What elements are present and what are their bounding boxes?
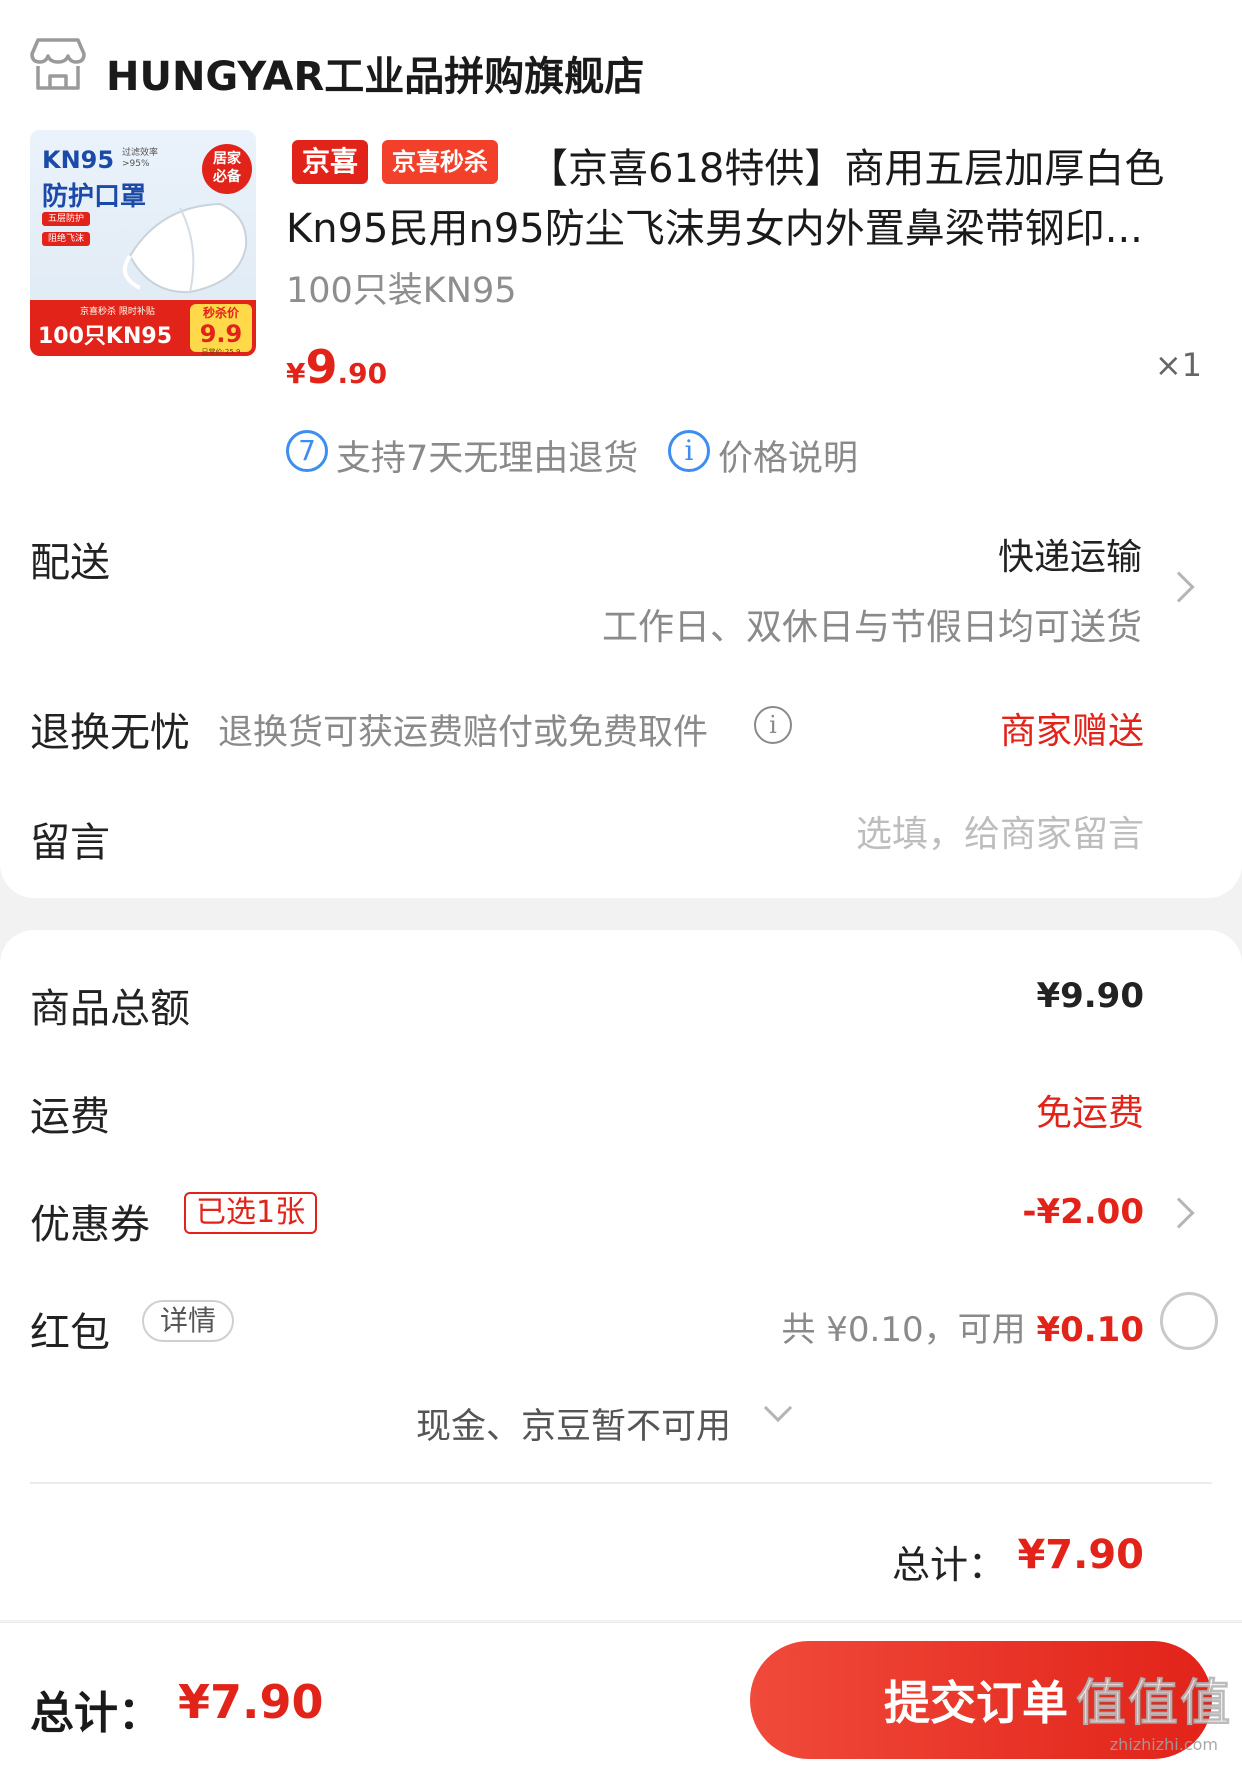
- red-packet-available: ¥0.10: [1036, 1310, 1144, 1350]
- checkout-bar: 总计： ¥7.90 提交订单 值值值 zhizhizhi.com: [0, 1622, 1242, 1770]
- flash-sale-tag: 京喜秒杀: [382, 140, 498, 184]
- total-value: ¥7.90: [178, 1675, 324, 1729]
- coupon-discount-value[interactable]: -¥2.00: [1022, 1192, 1144, 1232]
- red-packet-detail-button[interactable]: 详情: [142, 1300, 235, 1342]
- message-input[interactable]: [744, 808, 1144, 860]
- return-label: 退换无忧: [30, 710, 190, 756]
- delivery-method[interactable]: 快递运输: [998, 528, 1142, 580]
- goods-total-label: 商品总额: [30, 986, 190, 1032]
- product-image-price: 秒杀价 9.9 日常价:25.9: [190, 304, 252, 356]
- watermark-logo: 值值值: [1076, 1674, 1232, 1733]
- delivery-note[interactable]: 工作日、双休日与节假日均可送货: [602, 598, 1142, 650]
- product-price: ¥9.90: [286, 340, 388, 394]
- shipping-value: 免运费: [1035, 1093, 1144, 1134]
- red-packet-total: 共 ¥0.10，可用: [781, 1310, 1026, 1350]
- product-image-brand: KN95: [42, 146, 115, 174]
- product-image[interactable]: KN95 过滤效率 >95% 防护口罩 五层防护 阻绝飞沫 居家 必备 京喜秒杀…: [30, 130, 256, 356]
- coupon-label: 优惠券: [30, 1202, 150, 1248]
- chevron-right-icon[interactable]: [1163, 571, 1195, 603]
- coupon-selected-badge: 已选1张: [184, 1192, 318, 1234]
- return-value: 商家赠送: [999, 711, 1144, 752]
- product-image-badge: 居家 必备: [202, 144, 252, 194]
- message-label: 留言: [30, 820, 110, 866]
- red-packet-radio[interactable]: [1160, 1292, 1218, 1350]
- red-packet-label: 红包: [30, 1310, 110, 1356]
- shop-name[interactable]: HUNGYAR工业品拼购旗舰店: [106, 44, 644, 102]
- product-image-chip: 阻绝飞沫: [42, 232, 91, 246]
- store-icon: [30, 38, 86, 90]
- jingxi-tag: 京喜: [292, 140, 369, 184]
- delivery-label: 配送: [30, 540, 110, 586]
- watermark-url: zhizhizhi.com: [1109, 1735, 1218, 1754]
- product-image-chip: 五层防护: [42, 212, 91, 226]
- product-quantity: ×1: [1154, 346, 1202, 384]
- subtotal-value: ¥7.90: [1017, 1532, 1144, 1578]
- info-icon: i: [668, 430, 710, 472]
- return-description: 退换货可获运费赔付或免费取件: [218, 713, 709, 753]
- seven-day-return-text[interactable]: 支持7天无理由退货: [336, 430, 638, 481]
- mask-illustration: [122, 202, 248, 294]
- divider: [30, 1482, 1212, 1484]
- product-image-tagline: 过滤效率 >95%: [122, 148, 159, 169]
- total-label: 总计：: [30, 1688, 162, 1739]
- cash-beans-note[interactable]: 现金、京豆暂不可用: [416, 1398, 731, 1449]
- red-packet-info: 共 ¥0.10，可用 ¥0.10: [781, 1302, 1144, 1351]
- info-icon[interactable]: i: [754, 706, 792, 744]
- product-title[interactable]: 【京喜618特供】商用五层加厚白色: [528, 136, 1164, 194]
- subtotal-label: 总计：: [891, 1543, 1006, 1587]
- product-spec: 100只装KN95: [286, 271, 517, 311]
- product-image-promo-bar: 京喜秒杀 限时补贴 100只KN95 秒杀价 9.9 日常价:25.9: [30, 300, 256, 356]
- order-shop-card: HUNGYAR工业品拼购旗舰店 KN95 过滤效率 >95% 防护口罩 五层防护…: [0, 0, 1242, 898]
- price-explanation-link[interactable]: 价格说明: [718, 430, 858, 481]
- goods-total-value: ¥9.90: [1036, 976, 1144, 1016]
- shipping-label: 运费: [30, 1094, 110, 1140]
- product-title-continued[interactable]: Kn95民用n95防尘飞沫男女内外置鼻梁带钢印...: [286, 196, 1186, 254]
- seven-day-return-icon: 7: [286, 430, 328, 472]
